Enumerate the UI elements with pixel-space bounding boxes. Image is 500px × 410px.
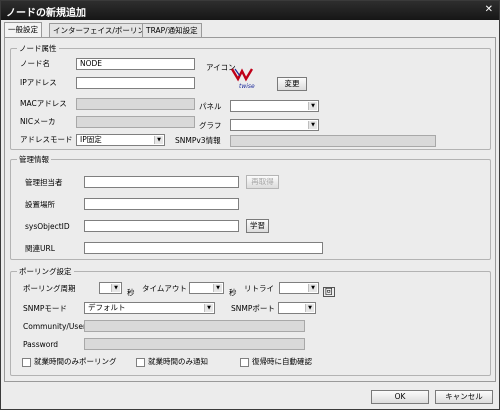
location-input[interactable] (84, 198, 239, 210)
chevron-down-icon: ▼ (204, 304, 213, 312)
chevron-down-icon: ▼ (154, 136, 163, 144)
address-mode-label: アドレスモード (20, 135, 73, 144)
mac-address-label: MACアドレス (20, 99, 67, 108)
management-info-legend: 管理情報 (17, 154, 51, 165)
sysobjectid-label: sysObjectID (25, 222, 70, 231)
snmp-mode-value: デフォルト (88, 303, 126, 312)
worktime-polling-checkbox[interactable] (22, 358, 31, 367)
admin-label: 管理担当者 (25, 178, 63, 187)
chevron-down-icon: ▼ (308, 284, 317, 292)
timeout-label: タイムアウト (142, 284, 187, 293)
tab-trap-notify[interactable]: TRAP/通知設定 (142, 23, 202, 37)
cancel-button[interactable]: キャンセル (435, 390, 493, 404)
worktime-polling-label: 就業時間のみポーリング (34, 357, 117, 366)
reread-button[interactable]: 再取得 (246, 175, 279, 189)
polling-interval-select[interactable]: ▼ (99, 282, 122, 294)
retry-select[interactable]: ▼ (279, 282, 319, 294)
graph-label: グラフ (199, 121, 222, 130)
auto-confirm-label: 復帰時に自動確認 (252, 357, 312, 366)
community-user-field (84, 320, 305, 332)
auto-confirm-checkbox[interactable] (240, 358, 249, 367)
retry-unit: 回 (323, 287, 335, 297)
chevron-down-icon: ▼ (308, 121, 317, 129)
polling-interval-label: ポーリング周期 (23, 284, 76, 293)
nic-vendor-label: NICメーカ (20, 117, 56, 126)
password-label: Password (23, 340, 59, 349)
chevron-down-icon: ▼ (308, 102, 317, 110)
snmp-port-select[interactable]: ▼ (278, 302, 316, 314)
sysobjectid-input[interactable] (84, 220, 239, 232)
ok-button[interactable]: OK (371, 390, 429, 404)
mac-address-field (76, 98, 195, 110)
svg-text:twise: twise (239, 83, 255, 90)
chevron-down-icon: ▼ (305, 304, 314, 312)
address-mode-select[interactable]: IP固定 ▼ (76, 134, 165, 146)
chevron-down-icon: ▼ (213, 284, 222, 292)
node-name-input[interactable]: NODE (76, 58, 195, 70)
location-label: 設置場所 (25, 200, 55, 209)
community-user-label: Community/User (23, 322, 87, 331)
window-title: ノードの新規追加 (6, 8, 86, 19)
ip-address-input[interactable] (76, 77, 195, 89)
graph-select[interactable]: ▼ (230, 119, 319, 131)
address-mode-value: IP固定 (80, 135, 102, 144)
snmp-mode-label: SNMPモード (23, 304, 67, 313)
timeout-select[interactable]: ▼ (189, 282, 224, 294)
password-field (84, 338, 305, 350)
snmpv3-info-field (230, 135, 436, 147)
change-icon-button[interactable]: 変更 (277, 77, 307, 91)
snmp-port-label: SNMPポート (231, 304, 275, 313)
tab-general[interactable]: 一般設定 (4, 22, 42, 37)
worktime-notify-checkbox[interactable] (136, 358, 145, 367)
polling-interval-unit: 秒 (127, 288, 135, 297)
title-bar[interactable]: ノードの新規追加 ✕ (1, 1, 499, 20)
panel-select[interactable]: ▼ (230, 100, 319, 112)
ntwise-logo-icon: twise (226, 66, 260, 90)
ip-address-label: IPアドレス (20, 78, 57, 87)
admin-input[interactable] (84, 176, 239, 188)
close-icon[interactable]: ✕ (485, 4, 493, 15)
learn-button[interactable]: 学習 (246, 219, 269, 233)
timeout-unit: 秒 (229, 288, 237, 297)
related-url-input[interactable] (84, 242, 323, 254)
panel-label: パネル (199, 102, 222, 111)
retry-label: リトライ (244, 284, 274, 293)
dialog-window: ノードの新規追加 ✕ 一般設定 インターフェイス/ポーリング設定 TRAP/通知… (0, 0, 500, 410)
chevron-down-icon: ▼ (111, 284, 120, 292)
snmpv3-info-label: SNMPv3情報 (175, 136, 221, 145)
node-name-label: ノード名 (20, 59, 50, 68)
worktime-notify-label: 就業時間のみ通知 (148, 357, 208, 366)
polling-settings-legend: ポーリング設定 (17, 266, 74, 277)
snmp-mode-select[interactable]: デフォルト ▼ (84, 302, 215, 314)
node-attributes-legend: ノード属性 (17, 43, 59, 54)
nic-vendor-field (76, 116, 195, 128)
related-url-label: 関連URL (25, 244, 55, 253)
